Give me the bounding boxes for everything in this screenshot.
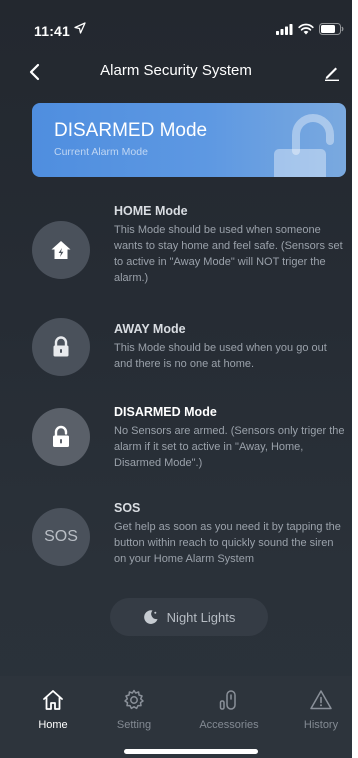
home-outline-icon <box>43 690 63 710</box>
home-mode-description: This Mode should be used when someone wa… <box>114 224 343 284</box>
night-lights-label: Night Lights <box>166 609 236 625</box>
current-mode-title: DISARMED Mode <box>54 120 208 141</box>
tab-home[interactable]: Home <box>13 688 93 731</box>
home-icon <box>51 241 71 259</box>
away-mode-button[interactable] <box>32 318 90 376</box>
warning-triangle-icon <box>310 690 332 710</box>
home-mode-button[interactable] <box>32 221 90 279</box>
home-mode-text: HOME Mode This Mode should be used when … <box>114 204 346 286</box>
sos-mode-description: Get help as soon as you need it by tappi… <box>114 521 341 565</box>
disarmed-mode-text: DISARMED Mode No Sensors are armed. (Sen… <box>114 405 346 471</box>
sos-button[interactable]: SOS <box>32 508 90 566</box>
lock-icon <box>53 336 69 357</box>
disarmed-mode-title: DISARMED Mode <box>114 405 217 419</box>
tab-home-label: Home <box>38 719 68 731</box>
battery-icon <box>319 23 344 35</box>
away-mode-title: AWAY Mode <box>114 322 186 336</box>
home-mode-title: HOME Mode <box>114 204 188 218</box>
edit-button[interactable] <box>320 58 344 86</box>
away-mode-text: AWAY Mode This Mode should be used when … <box>114 322 346 372</box>
page-title: Alarm Security System <box>100 62 252 79</box>
status-bar: 11:41 <box>0 0 352 44</box>
night-lights-button[interactable]: Night Lights <box>110 598 268 636</box>
home-indicator <box>124 749 258 754</box>
app-screen: 11:41 Alarm Security System DISARMED Mod… <box>0 0 352 758</box>
tab-setting[interactable]: Setting <box>94 688 174 731</box>
sos-mode-text: SOS Get help as soon as you need it by t… <box>114 501 346 569</box>
unlocked-padlock-icon <box>274 114 334 177</box>
sensor-icon <box>219 690 236 710</box>
disarmed-mode-button[interactable] <box>32 408 90 466</box>
location-arrow-icon <box>74 22 86 34</box>
sos-icon: SOS <box>44 528 78 545</box>
pencil-icon <box>325 67 339 81</box>
nav-bar: Alarm Security System <box>0 52 352 92</box>
current-mode-card: DISARMED Mode Current Alarm Mode <box>32 103 346 177</box>
back-button[interactable] <box>22 58 46 86</box>
unlock-icon <box>53 425 69 447</box>
chevron-left-icon <box>29 63 40 81</box>
status-icons <box>276 22 344 36</box>
gear-icon <box>124 689 144 710</box>
tab-bar: Home Setting Accessories History <box>0 676 352 758</box>
wifi-icon <box>298 23 314 35</box>
sos-mode-title: SOS <box>114 501 141 515</box>
cellular-signal-icon <box>276 23 293 35</box>
tab-history[interactable]: History <box>281 688 352 731</box>
disarmed-mode-description: No Sensors are armed. (Sensors only trig… <box>114 425 345 469</box>
tab-setting-label: Setting <box>116 719 152 731</box>
away-mode-description: This Mode should be used when you go out… <box>114 342 327 370</box>
current-mode-subtitle: Current Alarm Mode <box>54 146 148 158</box>
moon-icon <box>143 610 158 624</box>
tab-accessories-label: Accessories <box>199 719 259 731</box>
tab-history-label: History <box>303 719 339 731</box>
status-time: 11:41 <box>34 23 71 39</box>
tab-accessories[interactable]: Accessories <box>189 688 269 731</box>
